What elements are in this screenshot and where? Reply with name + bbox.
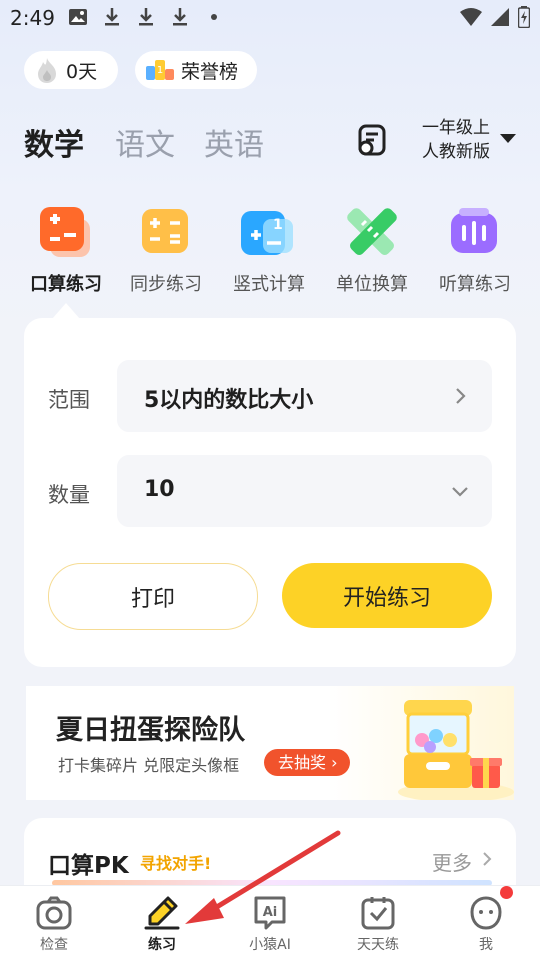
honor-board-chip[interactable]: 1 荣誉榜 bbox=[135, 51, 257, 89]
streak-chip[interactable]: 0天 bbox=[24, 51, 118, 89]
category-label: 听算练习 bbox=[439, 274, 511, 295]
card-pointer bbox=[52, 303, 80, 319]
battery-icon bbox=[518, 6, 530, 28]
category-label: 口算练习 bbox=[30, 274, 102, 295]
chevron-right-icon bbox=[456, 388, 466, 404]
ranking-icon: 1 bbox=[146, 60, 174, 80]
start-practice-button[interactable]: 开始练习 bbox=[282, 563, 492, 628]
camera-icon bbox=[36, 896, 72, 930]
textbook-version: 人教新版 bbox=[422, 142, 490, 162]
pk-subtitle: 寻找对手! bbox=[140, 854, 212, 873]
status-time: 2:49 bbox=[10, 6, 55, 30]
tab-english[interactable]: 英语 bbox=[204, 120, 264, 164]
range-value: 5以内的数比大小 bbox=[144, 388, 314, 413]
profile-face-icon bbox=[470, 896, 502, 930]
nav-label: 小猿AI bbox=[249, 937, 291, 953]
count-label: 数量 bbox=[48, 483, 90, 507]
banner-subtitle: 打卡集碎片 兑限定头像框 bbox=[58, 756, 240, 775]
nav-label: 练习 bbox=[148, 937, 176, 953]
print-button[interactable]: 打印 bbox=[48, 563, 258, 630]
svg-text:Ai: Ai bbox=[263, 905, 278, 920]
audio-chat-icon bbox=[449, 205, 501, 257]
lottery-button[interactable]: 去抽奖 › bbox=[264, 749, 350, 776]
count-dropdown[interactable]: 10 bbox=[117, 455, 492, 527]
category-label: 同步练习 bbox=[130, 274, 202, 295]
tab-math[interactable]: 数学 bbox=[24, 120, 84, 164]
download-icon bbox=[139, 8, 153, 26]
svg-text:1: 1 bbox=[273, 217, 283, 233]
honor-board-label: 荣誉榜 bbox=[181, 60, 239, 83]
download-icon bbox=[105, 8, 119, 26]
nav-label: 我 bbox=[479, 937, 493, 953]
caret-down-icon[interactable] bbox=[500, 134, 516, 143]
nav-practice[interactable]: 练习 bbox=[122, 894, 202, 954]
calculator-icon bbox=[40, 205, 92, 257]
svg-text:1: 1 bbox=[157, 65, 163, 76]
category-vertical-calc[interactable]: 1 竖式计算 bbox=[224, 205, 314, 296]
nav-me[interactable]: 我 bbox=[446, 894, 526, 954]
lottery-label: 去抽奖 bbox=[278, 753, 327, 772]
nav-ai[interactable]: Ai 小猿AI bbox=[230, 894, 310, 954]
bottom-navigation: 检查 练习 Ai 小猿AI 天天练 我 bbox=[0, 885, 540, 961]
wifi-icon bbox=[460, 8, 482, 26]
category-sync-practice[interactable]: 同步练习 bbox=[121, 205, 211, 296]
worksheet-search-icon[interactable] bbox=[355, 124, 391, 158]
category-unit-conversion[interactable]: 单位换算 bbox=[327, 205, 417, 296]
chevron-right-icon[interactable] bbox=[480, 852, 494, 866]
flame-icon bbox=[38, 58, 56, 83]
ai-chat-icon: Ai bbox=[254, 896, 286, 930]
pk-more-link[interactable]: 更多 bbox=[432, 847, 472, 876]
category-listening-calc[interactable]: 听算练习 bbox=[430, 205, 520, 296]
nav-label: 检查 bbox=[40, 937, 68, 953]
vertical-calc-icon: 1 bbox=[241, 205, 295, 257]
nav-daily[interactable]: 天天练 bbox=[338, 894, 418, 954]
grade-selector[interactable]: 一年级上 人教新版 bbox=[422, 116, 490, 164]
category-label: 单位换算 bbox=[336, 274, 408, 295]
notification-dot bbox=[500, 886, 513, 899]
category-label: 竖式计算 bbox=[233, 274, 305, 295]
banner-title: 夏日扭蛋探险队 bbox=[56, 715, 245, 746]
ruler-cross-icon bbox=[346, 205, 398, 257]
book-grid-icon bbox=[140, 205, 192, 257]
image-icon bbox=[69, 9, 87, 25]
nav-label: 天天练 bbox=[357, 937, 399, 953]
chevron-right-icon: › bbox=[326, 753, 338, 772]
pencil-icon bbox=[144, 896, 180, 930]
grade-level: 一年级上 bbox=[422, 118, 490, 138]
gacha-machine-illustration bbox=[398, 700, 514, 800]
download-icon bbox=[173, 8, 187, 26]
nav-check[interactable]: 检查 bbox=[14, 894, 94, 954]
range-label: 范围 bbox=[48, 388, 90, 412]
promo-banner[interactable]: 夏日扭蛋探险队 打卡集碎片 兑限定头像框 去抽奖 › bbox=[26, 686, 514, 800]
signal-icon bbox=[491, 8, 509, 26]
streak-days: 0天 bbox=[66, 60, 98, 83]
count-value: 10 bbox=[144, 477, 175, 502]
category-oral-calc[interactable]: 口算练习 bbox=[21, 205, 111, 296]
tab-chinese[interactable]: 语文 bbox=[115, 120, 175, 164]
dot-icon bbox=[211, 14, 217, 20]
pk-title: 口算PK bbox=[48, 853, 129, 879]
chevron-down-icon bbox=[452, 487, 468, 497]
status-bar: 2:49 bbox=[0, 0, 540, 36]
calendar-check-icon bbox=[361, 897, 395, 930]
range-selector[interactable]: 5以内的数比大小 bbox=[117, 360, 492, 432]
